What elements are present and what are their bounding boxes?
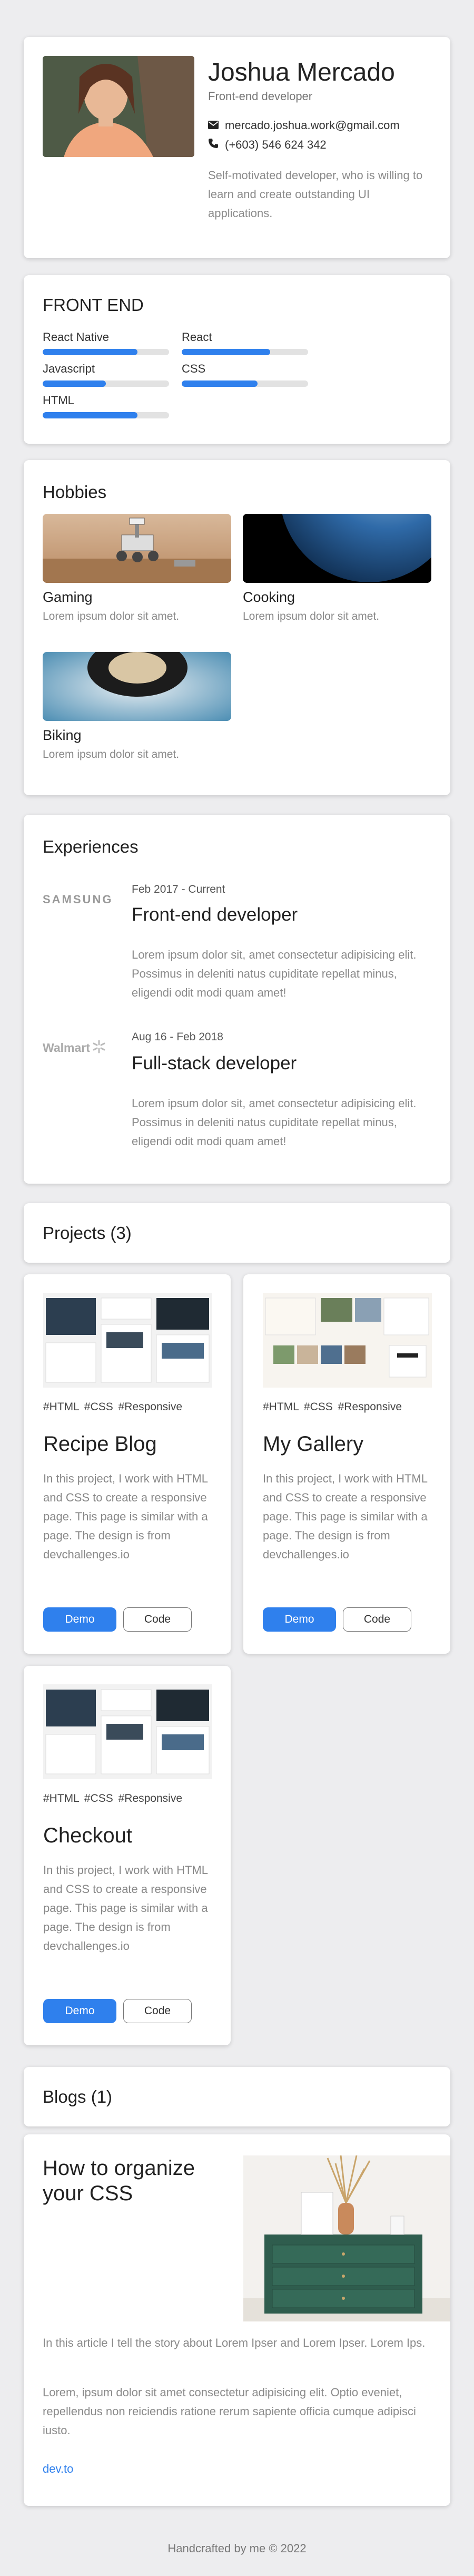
hobby-image-gaming — [43, 514, 231, 583]
project-desc: In this project, I work with HTML and CS… — [263, 1472, 428, 1561]
skill-label: React — [182, 330, 212, 344]
project-tags: #HTML #CSS #Responsive — [43, 1401, 182, 1413]
skill-bar-fill — [182, 349, 270, 355]
skill-label: React Native — [43, 330, 109, 344]
walmart-logo: Walmart — [43, 1040, 106, 1056]
profile-card: Joshua Mercado Front-end developer merca… — [24, 37, 450, 258]
code-button[interactable]: Code — [343, 1607, 411, 1632]
phone-contact[interactable]: (+603) 546 624 342 — [208, 138, 327, 152]
experience-desc: Lorem ipsum dolor sit, amet consectetur … — [132, 948, 417, 999]
hobby-desc: Lorem ipsum dolor sit amet. — [43, 748, 180, 760]
samsung-logo: SAMSUNG — [43, 893, 113, 906]
demo-button[interactable]: Demo — [43, 1999, 116, 2023]
walmart-spark-icon — [92, 1040, 106, 1056]
hobby-image-cooking — [243, 514, 431, 583]
avatar — [43, 56, 194, 157]
experience-date: Feb 2017 - Current — [132, 883, 225, 895]
profile-role: Front-end developer — [208, 90, 313, 103]
project-tags: #HTML #CSS #Responsive — [263, 1401, 402, 1413]
hobbies-card: Hobbies Gaming Lorem ipsum dolor sit ame… — [24, 460, 450, 795]
project-title: My Gallery — [263, 1432, 364, 1456]
demo-button[interactable]: Demo — [263, 1607, 336, 1632]
skill-label: Javascript — [43, 362, 95, 375]
skill-bar-fill — [43, 412, 137, 418]
hobbies-title: Hobbies — [43, 482, 107, 502]
project-thumbnail — [263, 1293, 432, 1388]
projects-header: Projects (3) — [24, 1203, 450, 1263]
footer-credit: Handcrafted by me © 2022 — [167, 2542, 307, 2555]
skill-bar — [43, 412, 169, 418]
blogs-header: Blogs (1) — [24, 2067, 450, 2126]
code-button[interactable]: Code — [123, 1607, 192, 1632]
code-button[interactable]: Code — [123, 1999, 192, 2023]
blog-post-title: How to organize your CSS — [43, 2157, 195, 2205]
email-contact[interactable]: mercado.joshua.work@gmail.com — [208, 119, 400, 132]
experience-title: Front-end developer — [132, 904, 298, 925]
project-card: #HTML #CSS #Responsive My Gallery In thi… — [243, 1274, 450, 1654]
skill-bar-fill — [43, 349, 137, 355]
skill-bar — [182, 380, 308, 387]
blog-post-body: Lorem, ipsum dolor sit amet consectetur … — [43, 2386, 416, 2437]
frontend-skills-card: FRONT END React Native React Javascript … — [24, 275, 450, 444]
experiences-card: Experiences SAMSUNG Feb 2017 - Current F… — [24, 815, 450, 1184]
project-thumbnail — [43, 1684, 212, 1779]
frontend-title: FRONT END — [43, 295, 144, 315]
skill-bar — [43, 349, 169, 355]
blog-post-image — [243, 2155, 450, 2321]
skill-bar-fill — [182, 380, 258, 387]
project-card: #HTML #CSS #Responsive Checkout In this … — [24, 1666, 231, 2045]
skill-bar — [182, 349, 308, 355]
skill-bar-fill — [43, 380, 106, 387]
project-desc: In this project, I work with HTML and CS… — [43, 1863, 208, 1953]
phone-icon — [208, 138, 219, 152]
skill-label: CSS — [182, 362, 206, 375]
experiences-title: Experiences — [43, 837, 139, 856]
experience-desc: Lorem ipsum dolor sit, amet consectetur … — [132, 1097, 417, 1148]
project-card: #HTML #CSS #Responsive Recipe Blog In th… — [24, 1274, 231, 1654]
walmart-logo-text: Walmart — [43, 1041, 90, 1055]
blog-post-intro: In this article I tell the story about L… — [43, 2336, 426, 2349]
hobby-desc: Lorem ipsum dolor sit amet. — [243, 610, 380, 622]
project-title: Checkout — [43, 1824, 132, 1847]
hobby-title: Biking — [43, 727, 82, 743]
email-text: mercado.joshua.work@gmail.com — [225, 119, 400, 132]
project-title: Recipe Blog — [43, 1432, 157, 1456]
envelope-icon — [208, 119, 219, 132]
blog-post-link[interactable]: dev.to — [43, 2462, 73, 2476]
phone-text: (+603) 546 624 342 — [225, 138, 327, 151]
profile-name: Joshua Mercado — [208, 58, 395, 86]
demo-button[interactable]: Demo — [43, 1607, 116, 1632]
skill-bar — [43, 380, 169, 387]
hobby-desc: Lorem ipsum dolor sit amet. — [43, 610, 180, 622]
hobby-title: Cooking — [243, 589, 295, 605]
skill-label: HTML — [43, 394, 74, 407]
hobby-title: Gaming — [43, 589, 93, 605]
blog-post-card: How to organize your CSS In this article… — [24, 2134, 450, 2506]
blogs-title: Blogs (1) — [43, 2087, 113, 2106]
hobby-image-biking — [43, 652, 231, 721]
projects-title: Projects (3) — [43, 1223, 132, 1243]
experience-date: Aug 16 - Feb 2018 — [132, 1031, 223, 1043]
project-thumbnail — [43, 1293, 212, 1388]
experience-title: Full-stack developer — [132, 1053, 297, 1074]
project-tags: #HTML #CSS #Responsive — [43, 1792, 182, 1804]
profile-bio: Self-motivated developer, who is willing… — [208, 169, 423, 220]
project-desc: In this project, I work with HTML and CS… — [43, 1472, 208, 1561]
